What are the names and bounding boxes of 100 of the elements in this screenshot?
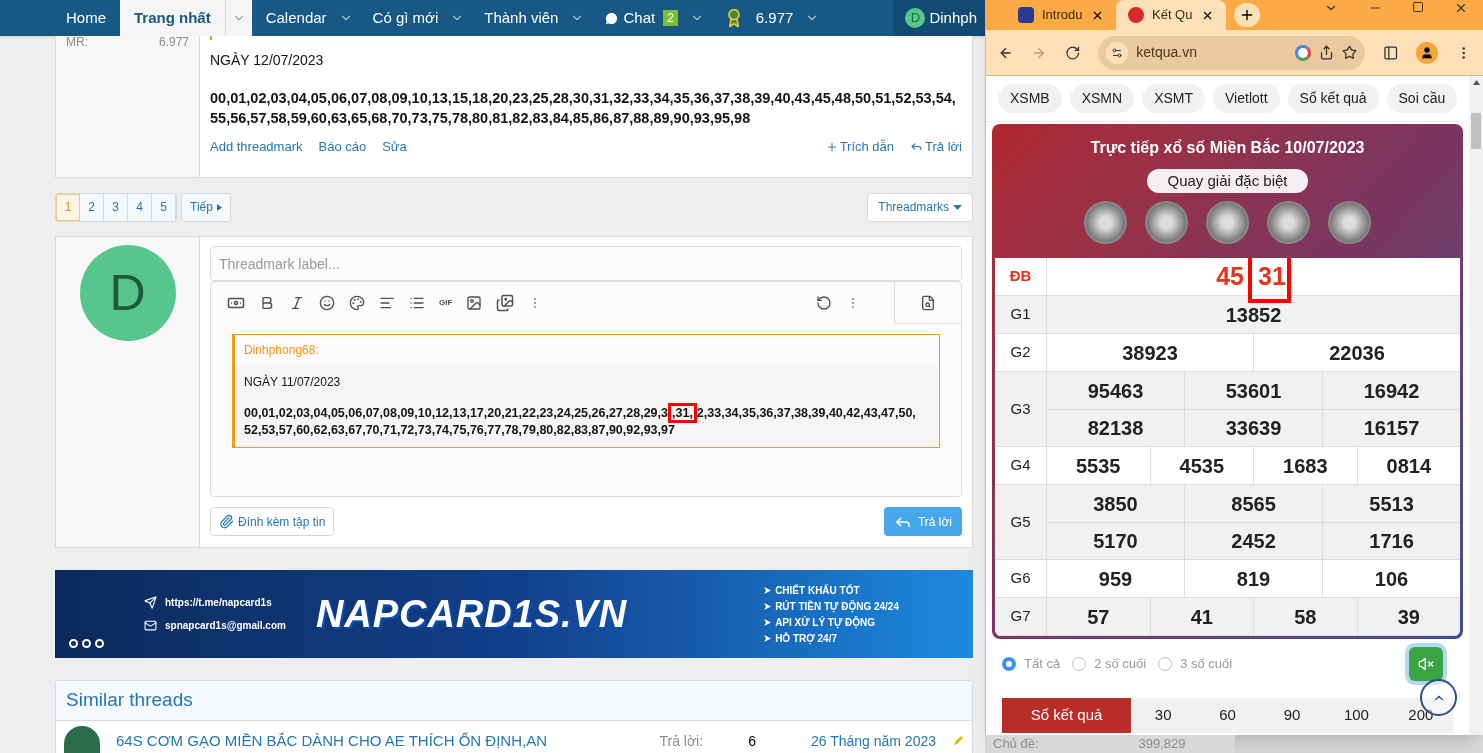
close-icon[interactable] — [1454, 1, 1468, 15]
category-chip[interactable]: Soi cầu — [1386, 84, 1458, 113]
page-link[interactable]: 3 — [104, 193, 128, 221]
quote-numbers: 00,01,02,03,04,05,06,07,08,09,10,12,13,17,20,21,22,23,24,25,26,27,28,29,3 ,31, 2,33,34,35,36,37,38,39,40,42,43,47,50,52,53,57,60,62,63,67,70,71,72,73,74,75,76,77,78,79,80,82,83,87,90,92,93,97 — [244, 405, 930, 439]
preview-icon[interactable] — [920, 294, 936, 311]
speaker-muted-icon — [1418, 656, 1435, 672]
nav-tab[interactable]: Có gì mới — [358, 0, 453, 36]
spin-button[interactable]: Quay giải đặc biệt — [1147, 169, 1308, 193]
threadmark-field[interactable]: Threadmark label... — [210, 246, 962, 281]
gallery-icon[interactable] — [496, 294, 515, 312]
chat-count-badge: 2 — [663, 10, 678, 26]
image-icon[interactable] — [466, 295, 483, 311]
stat-value: 6.977 — [158, 36, 189, 51]
prize-number: 39 — [1356, 598, 1461, 635]
post-action-link[interactable]: Báo cáo — [318, 137, 367, 157]
banner-feature: HỖ TRỢ 24/7 — [775, 631, 837, 646]
prize-number: 3850 — [1092, 491, 1139, 517]
align-icon[interactable] — [379, 295, 395, 311]
nav-tab[interactable]: Thành viên — [470, 0, 573, 36]
next-page-button[interactable]: Tiếp — [181, 192, 231, 222]
pen-icon — [952, 735, 964, 747]
threadmarks-button[interactable]: Threadmarks — [867, 192, 973, 222]
sidebar-icon[interactable] — [1382, 44, 1399, 61]
caret-icon — [216, 203, 222, 211]
prize-number: 8565 — [1184, 485, 1323, 522]
gif-button[interactable]: GIF — [439, 297, 453, 309]
replies-label: Trả lời: — [659, 731, 704, 751]
reply-link[interactable]: Trả lời — [910, 137, 962, 157]
category-chip[interactable]: XSMT — [1142, 84, 1206, 113]
prize-number: 106 — [1322, 560, 1461, 597]
share-icon — [1318, 45, 1334, 60]
quote-date: NGÀY 11/07/2023 — [244, 373, 342, 391]
browser-tab[interactable]: Introdu — [1006, 0, 1116, 30]
history-tab[interactable]: 30 — [1131, 698, 1196, 733]
page-link[interactable]: 2 — [80, 193, 104, 221]
page-link[interactable]: 5 — [152, 193, 176, 221]
smile-icon[interactable] — [319, 295, 335, 311]
page-link[interactable]: 4 — [128, 193, 152, 221]
site-info-icon — [1111, 46, 1124, 59]
thread-date: 26 Tháng năm 2023 — [810, 731, 936, 751]
prize-number: 33639 — [1184, 410, 1323, 446]
history-tab[interactable]: 100 — [1324, 698, 1389, 733]
prize-label: ĐB — [995, 258, 1047, 295]
scrollbar[interactable] — [1469, 76, 1483, 735]
lottery-cage-icon — [1328, 201, 1371, 244]
palette-icon[interactable] — [349, 295, 365, 311]
address-bar[interactable]: ketqua.vn — [1098, 35, 1365, 70]
category-chip[interactable]: XSMB — [998, 84, 1062, 113]
history-tab[interactable]: Sổ kết quả — [1002, 698, 1131, 733]
user-avatar: D — [79, 245, 176, 341]
scroll-up-arrow-icon[interactable] — [1472, 80, 1480, 85]
prize-number: 4535 — [1149, 447, 1254, 484]
post-date: NGÀY 12/07/2023 — [210, 51, 325, 70]
prize-number: 13852 — [1224, 302, 1283, 328]
undo-icon[interactable] — [816, 295, 832, 311]
mail-icon — [144, 619, 157, 632]
new-tab-button[interactable] — [1234, 3, 1260, 27]
category-chip[interactable]: XSMN — [1069, 84, 1135, 113]
prize-number: 1716 — [1322, 523, 1461, 559]
maximize-icon[interactable] — [1412, 1, 1424, 13]
prize-label: G4 — [995, 447, 1047, 484]
category-chip[interactable]: Sổ kết quả — [1287, 84, 1379, 113]
editor[interactable] — [210, 281, 962, 497]
prize-number: 2452 — [1184, 523, 1323, 559]
prize-label: G2 — [995, 334, 1047, 371]
category-chip[interactable]: Vietlott — [1213, 84, 1280, 113]
history-tab[interactable]: 200 — [1388, 698, 1454, 733]
paperclip-icon — [219, 514, 234, 529]
prize-number: 5513 — [1322, 485, 1461, 522]
list-icon[interactable] — [409, 295, 425, 311]
attach-button[interactable]: Đính kèm tập tin — [210, 507, 335, 536]
italic-icon[interactable] — [289, 295, 305, 311]
quote-link[interactable]: Trích dẫn — [825, 137, 895, 157]
plus-icon — [1239, 7, 1255, 23]
post-action-link[interactable]: Sửa — [382, 137, 407, 157]
plus-icon — [825, 140, 838, 153]
highlight-mark: ,31, — [668, 403, 697, 423]
thread-title-link[interactable]: 64S CƠM GẠO MIỀN BẮC DÀNH CHO AE THÍCH ỔN ĐỊNH,AN — [116, 729, 547, 753]
lottery-cage-icon — [1267, 201, 1310, 244]
profile-icon[interactable] — [1416, 41, 1438, 64]
nav-tab[interactable]: Home — [52, 0, 120, 36]
history-tab[interactable]: 60 — [1195, 698, 1260, 733]
telegram-icon — [144, 596, 157, 609]
prize-number: 58 — [1253, 598, 1357, 635]
browser-tab[interactable]: Kết Qu — [1116, 0, 1226, 30]
reload-icon[interactable] — [1064, 44, 1081, 61]
caret-icon — [953, 204, 962, 210]
url-text: ketqua.vn — [1136, 43, 1197, 62]
nav-tab[interactable]: 6.977 — [709, 0, 808, 36]
user-name[interactable]: Dinhph — [929, 6, 977, 30]
bold-icon[interactable] — [259, 295, 275, 311]
nav-tab[interactable]: Chat 2 — [590, 0, 692, 36]
nav-tab[interactable]: Calendar — [251, 0, 341, 36]
post-action-link[interactable]: Add threadmark — [210, 137, 303, 157]
prize-number: 819 — [1184, 560, 1323, 597]
scrollbar-thumb[interactable] — [1471, 113, 1481, 149]
replies-count: 6 — [748, 731, 756, 751]
history-tab[interactable]: 90 — [1259, 698, 1325, 733]
prize-number: 53601 — [1184, 372, 1323, 409]
prize-number: 22036 — [1253, 334, 1461, 371]
